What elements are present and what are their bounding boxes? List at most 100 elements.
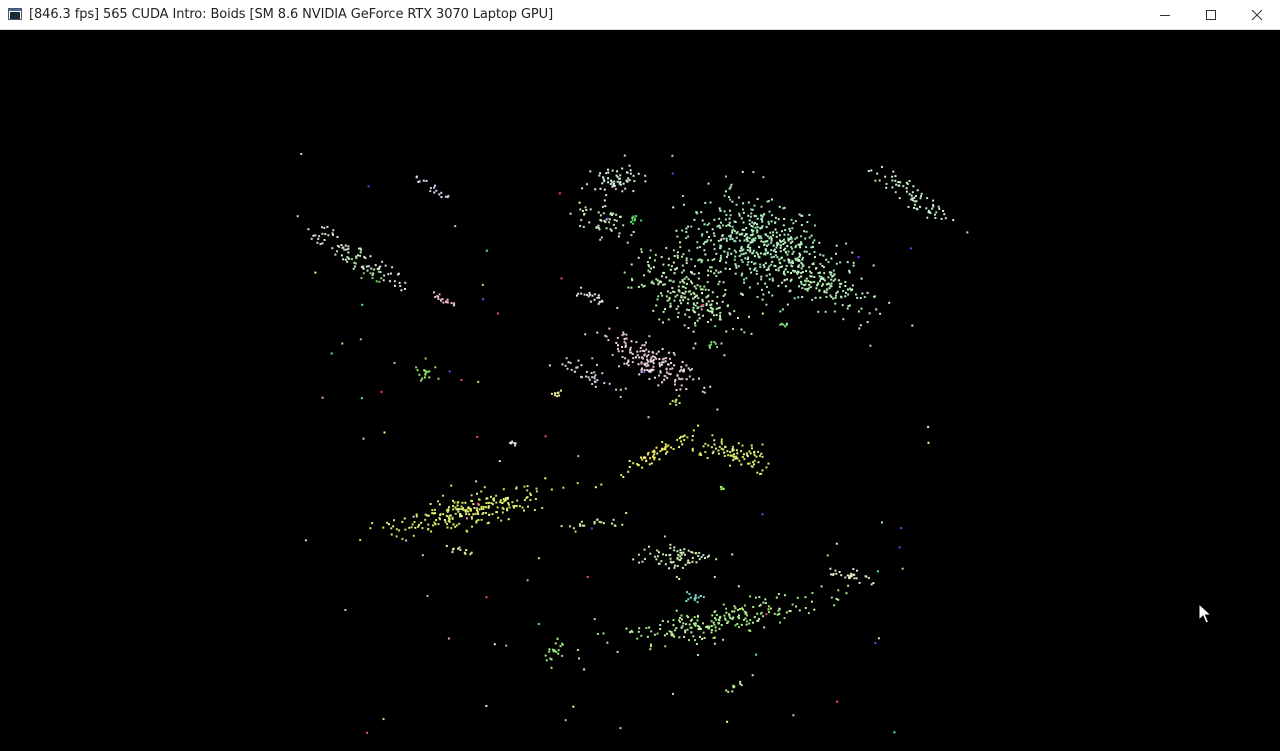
boid-particle xyxy=(876,570,879,573)
boid-particle xyxy=(803,250,806,253)
boid-particle xyxy=(737,585,740,588)
boid-particle xyxy=(662,271,665,274)
boid-particle xyxy=(916,189,919,192)
boid-particle xyxy=(713,623,716,626)
boid-particle xyxy=(787,250,790,253)
minimize-button[interactable] xyxy=(1142,0,1188,30)
boid-particle xyxy=(793,270,796,273)
boid-particle xyxy=(932,203,935,206)
boid-particle xyxy=(723,451,726,454)
boid-particle xyxy=(814,256,816,259)
boid-particle xyxy=(641,466,644,469)
boid-particle xyxy=(635,356,637,359)
boid-particle xyxy=(688,309,691,312)
boid-particle xyxy=(645,348,648,351)
boid-particle xyxy=(734,255,737,258)
boids-render-viewport[interactable] xyxy=(0,30,1280,751)
boid-particle xyxy=(581,187,584,190)
boid-particle xyxy=(808,284,811,286)
boid-particle xyxy=(603,180,606,183)
boid-particle xyxy=(821,284,824,287)
boid-particle xyxy=(681,271,684,274)
boid-particle xyxy=(691,447,694,450)
boid-particle xyxy=(940,217,943,220)
boid-particle xyxy=(801,287,804,290)
boid-particle xyxy=(766,200,769,203)
maximize-button[interactable] xyxy=(1188,0,1234,30)
boid-particle xyxy=(669,305,672,308)
boid-particle xyxy=(616,180,619,183)
boid-particle xyxy=(757,619,760,622)
boid-particle xyxy=(701,259,704,262)
boid-particle xyxy=(475,480,478,483)
window-titlebar[interactable]: [846.3 fps] 565 CUDA Intro: Boids [SM 8.… xyxy=(0,0,1280,30)
boid-particle xyxy=(742,453,745,456)
boid-particle xyxy=(715,558,718,561)
boid-particle xyxy=(791,603,794,606)
boid-particle xyxy=(713,576,716,578)
boid-particle xyxy=(690,225,693,228)
boid-particle xyxy=(471,525,473,528)
boid-particle xyxy=(926,216,929,219)
boid-particle xyxy=(673,566,676,569)
arrow-cursor-icon xyxy=(1198,603,1212,624)
boid-particle xyxy=(457,547,459,550)
boid-particle xyxy=(630,340,633,343)
boid-particle xyxy=(770,241,773,244)
boid-particle xyxy=(410,526,413,529)
boid-particle xyxy=(711,311,714,314)
boid-particle xyxy=(673,629,676,632)
boid-particle xyxy=(667,363,669,366)
boid-particle xyxy=(820,585,823,588)
boid-particle xyxy=(457,510,460,513)
boid-particle xyxy=(428,376,431,379)
boid-particle xyxy=(561,643,564,646)
boid-particle xyxy=(382,279,385,282)
boid-particle xyxy=(738,459,741,462)
boid-particle xyxy=(717,239,720,242)
boid-particle xyxy=(855,577,858,580)
boid-particle xyxy=(705,626,708,628)
boid-particle xyxy=(643,354,646,357)
boid-particle xyxy=(564,364,567,367)
boid-particle xyxy=(460,379,463,381)
boid-particle xyxy=(711,291,714,294)
boid-particle xyxy=(550,658,553,661)
boid-particle xyxy=(804,596,807,599)
boid-particle xyxy=(840,574,843,577)
boid-particle xyxy=(792,222,795,225)
boid-particle xyxy=(580,375,582,378)
boid-particle xyxy=(380,277,383,280)
boid-particle xyxy=(673,364,676,367)
boid-particle xyxy=(550,488,553,491)
boid-particle xyxy=(875,308,878,311)
boid-particle xyxy=(649,645,652,648)
boid-particle xyxy=(702,314,704,317)
boid-particle xyxy=(390,272,392,275)
boid-particle xyxy=(677,377,680,380)
boid-particle xyxy=(560,277,563,280)
boid-particle xyxy=(966,231,969,234)
boid-particle xyxy=(601,182,604,185)
boid-particle xyxy=(296,215,299,218)
boid-particle xyxy=(790,236,793,239)
boid-particle xyxy=(521,506,524,509)
boid-particle xyxy=(679,388,682,391)
boid-particle xyxy=(894,191,897,194)
boid-particle xyxy=(640,371,643,373)
boid-particle xyxy=(794,220,797,223)
boid-particle xyxy=(646,635,649,638)
boid-particle xyxy=(628,179,631,182)
boid-particle xyxy=(448,370,451,373)
boid-particle xyxy=(761,298,764,301)
boid-particle xyxy=(808,253,811,255)
boid-particle xyxy=(798,276,801,279)
boid-particle xyxy=(678,578,681,580)
boid-particle xyxy=(440,191,443,194)
boid-particle xyxy=(637,630,640,633)
close-button[interactable] xyxy=(1234,0,1280,30)
boid-particle xyxy=(362,437,365,440)
boid-particle xyxy=(683,324,686,327)
boid-particle xyxy=(632,462,635,465)
boid-particle xyxy=(637,363,640,366)
